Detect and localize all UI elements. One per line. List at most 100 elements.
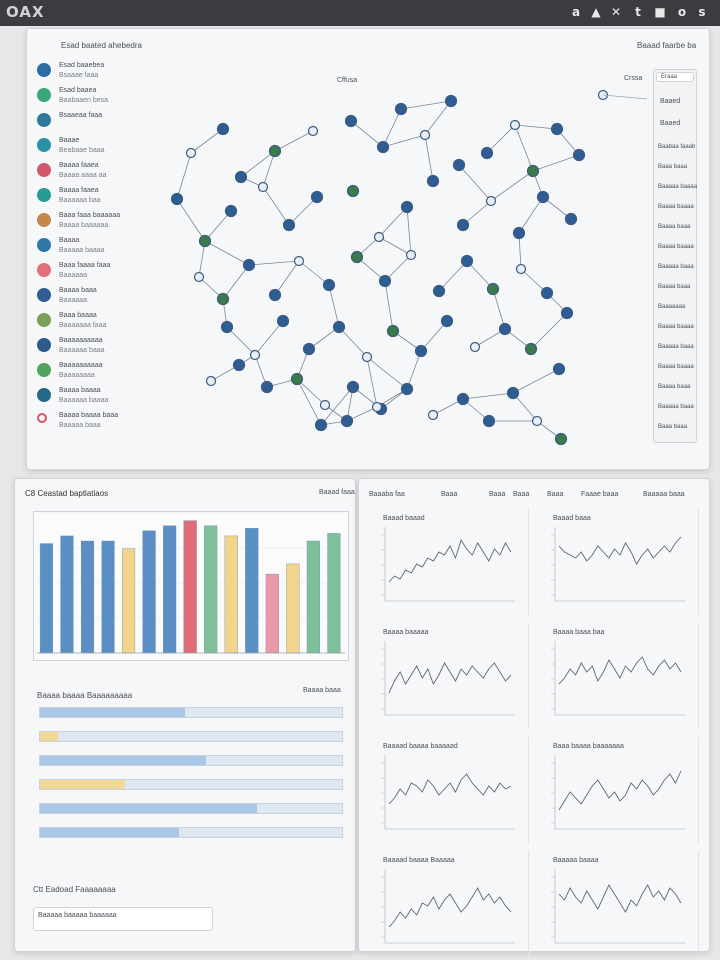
line-header-item[interactable]: Baaa [547,491,563,498]
graph-node[interactable] [170,192,184,206]
graph-node[interactable] [205,375,217,387]
graph-node[interactable] [242,258,256,272]
right-panel-entry[interactable]: Baaaa baaa [658,384,690,390]
graph-node[interactable] [531,415,543,427]
graph-node[interactable] [498,322,512,336]
line-header-item[interactable]: Baaaba faa [369,491,405,498]
bar[interactable] [142,530,156,654]
bar[interactable] [286,563,300,654]
a-icon[interactable]: a [568,4,584,20]
bar[interactable] [80,540,95,654]
graph-node[interactable] [515,263,527,275]
search-input[interactable]: Eraaa [656,72,694,82]
graph-node[interactable] [373,231,385,243]
graph-node[interactable] [314,418,328,432]
graph-node[interactable] [216,292,230,306]
graph-node[interactable] [552,362,566,376]
graph-node[interactable] [371,401,383,413]
square-icon[interactable]: ■ [652,4,668,20]
line-chart[interactable]: Baaaad baaaa baaaaad [369,737,529,843]
bar[interactable] [122,548,136,654]
right-panel-entry[interactable]: Baaaa baaaa [658,244,694,250]
line-header-item[interactable]: Baaa [513,491,529,498]
graph-node[interactable] [456,392,470,406]
pin-icon[interactable]: ▲ [588,4,604,20]
right-panel-entry[interactable]: Baaaaaaa [658,304,685,310]
graph-node[interactable] [509,119,521,131]
graph-node[interactable] [486,282,500,296]
graph-node[interactable] [198,234,212,248]
graph-node[interactable] [350,250,364,264]
graph-node[interactable] [440,314,454,328]
graph-node[interactable] [444,94,458,108]
graph-node[interactable] [216,122,230,136]
graph-node[interactable] [224,204,238,218]
bar[interactable] [60,535,74,654]
line-header-item[interactable]: Faaae baaa [581,491,618,498]
graph-node[interactable] [564,212,578,226]
graph-node[interactable] [482,414,496,428]
right-panel-entry[interactable]: Baaa baaa [658,164,687,170]
bar[interactable] [245,528,259,654]
line-chart[interactable]: Baaad baaa [539,509,699,615]
graph-node[interactable] [506,386,520,400]
graph-node[interactable] [550,122,564,136]
graph-node[interactable] [572,148,586,162]
line-chart[interactable]: Baaad baaad [369,509,529,615]
graph-node[interactable] [560,306,574,320]
right-panel-entry[interactable]: Baaaa baaaa [658,324,694,330]
graph-node[interactable] [414,344,428,358]
graph-node[interactable] [376,140,390,154]
right-panel-entry[interactable]: Baaaaa baaa [658,264,694,270]
line-header-item[interactable]: Baaa [489,491,505,498]
graph-node[interactable] [346,380,360,394]
graph-node[interactable] [307,125,319,137]
graph-node[interactable] [427,409,439,421]
graph-node[interactable] [290,372,304,386]
graph-node[interactable] [394,102,408,116]
line-chart[interactable]: Baaaaa baaaa [539,851,699,957]
bar[interactable] [306,540,320,654]
graph-node[interactable] [419,129,431,141]
graph-node[interactable] [276,314,290,328]
graph-node[interactable] [400,200,414,214]
right-panel-entry[interactable]: Baaaaa baaa [658,344,694,350]
bar[interactable] [101,540,115,654]
graph-node[interactable] [452,158,466,172]
right-panel-entry[interactable]: Baaaa baaaa [658,204,694,210]
graph-node[interactable] [378,274,392,288]
bolt-icon[interactable]: ✕ [608,4,624,20]
graph-node[interactable] [220,320,234,334]
graph-node[interactable] [512,226,526,240]
graph-node[interactable] [319,399,331,411]
graph-node[interactable] [232,358,246,372]
download-icon[interactable]: s [694,4,710,20]
bar[interactable] [163,525,177,654]
graph-node[interactable] [386,324,400,338]
line-chart[interactable]: Baaaa baaaaa [369,623,529,729]
graph-node[interactable] [524,342,538,356]
graph-node[interactable] [400,382,414,396]
graph-node[interactable] [346,184,360,198]
line-chart[interactable]: Baaaa baaa baa [539,623,699,729]
graph-node[interactable] [302,342,316,356]
graph-node[interactable] [257,181,269,193]
line-chart[interactable]: Baaaad baaaa Baaaaa [369,851,529,957]
graph-node[interactable] [340,414,354,428]
graph-node[interactable] [460,254,474,268]
graph-node[interactable] [480,146,494,160]
right-panel-entry[interactable]: Baaaa baaa [658,284,690,290]
graph-node[interactable] [332,320,346,334]
circle-icon[interactable]: o [674,4,690,20]
right-panel-entry[interactable]: Baabaa faaab [658,144,695,150]
graph-node[interactable] [456,218,470,232]
graph-node[interactable] [526,164,540,178]
bar[interactable] [204,525,218,654]
graph-node[interactable] [344,114,358,128]
footer-input[interactable]: Baaaaa baaaaa baaaaaa [33,907,213,931]
graph-node[interactable] [469,341,481,353]
graph-node[interactable] [322,278,336,292]
graph-node[interactable] [485,195,497,207]
graph-node[interactable] [249,349,261,361]
line-header-item[interactable]: Baaaaa baaa [643,491,685,498]
